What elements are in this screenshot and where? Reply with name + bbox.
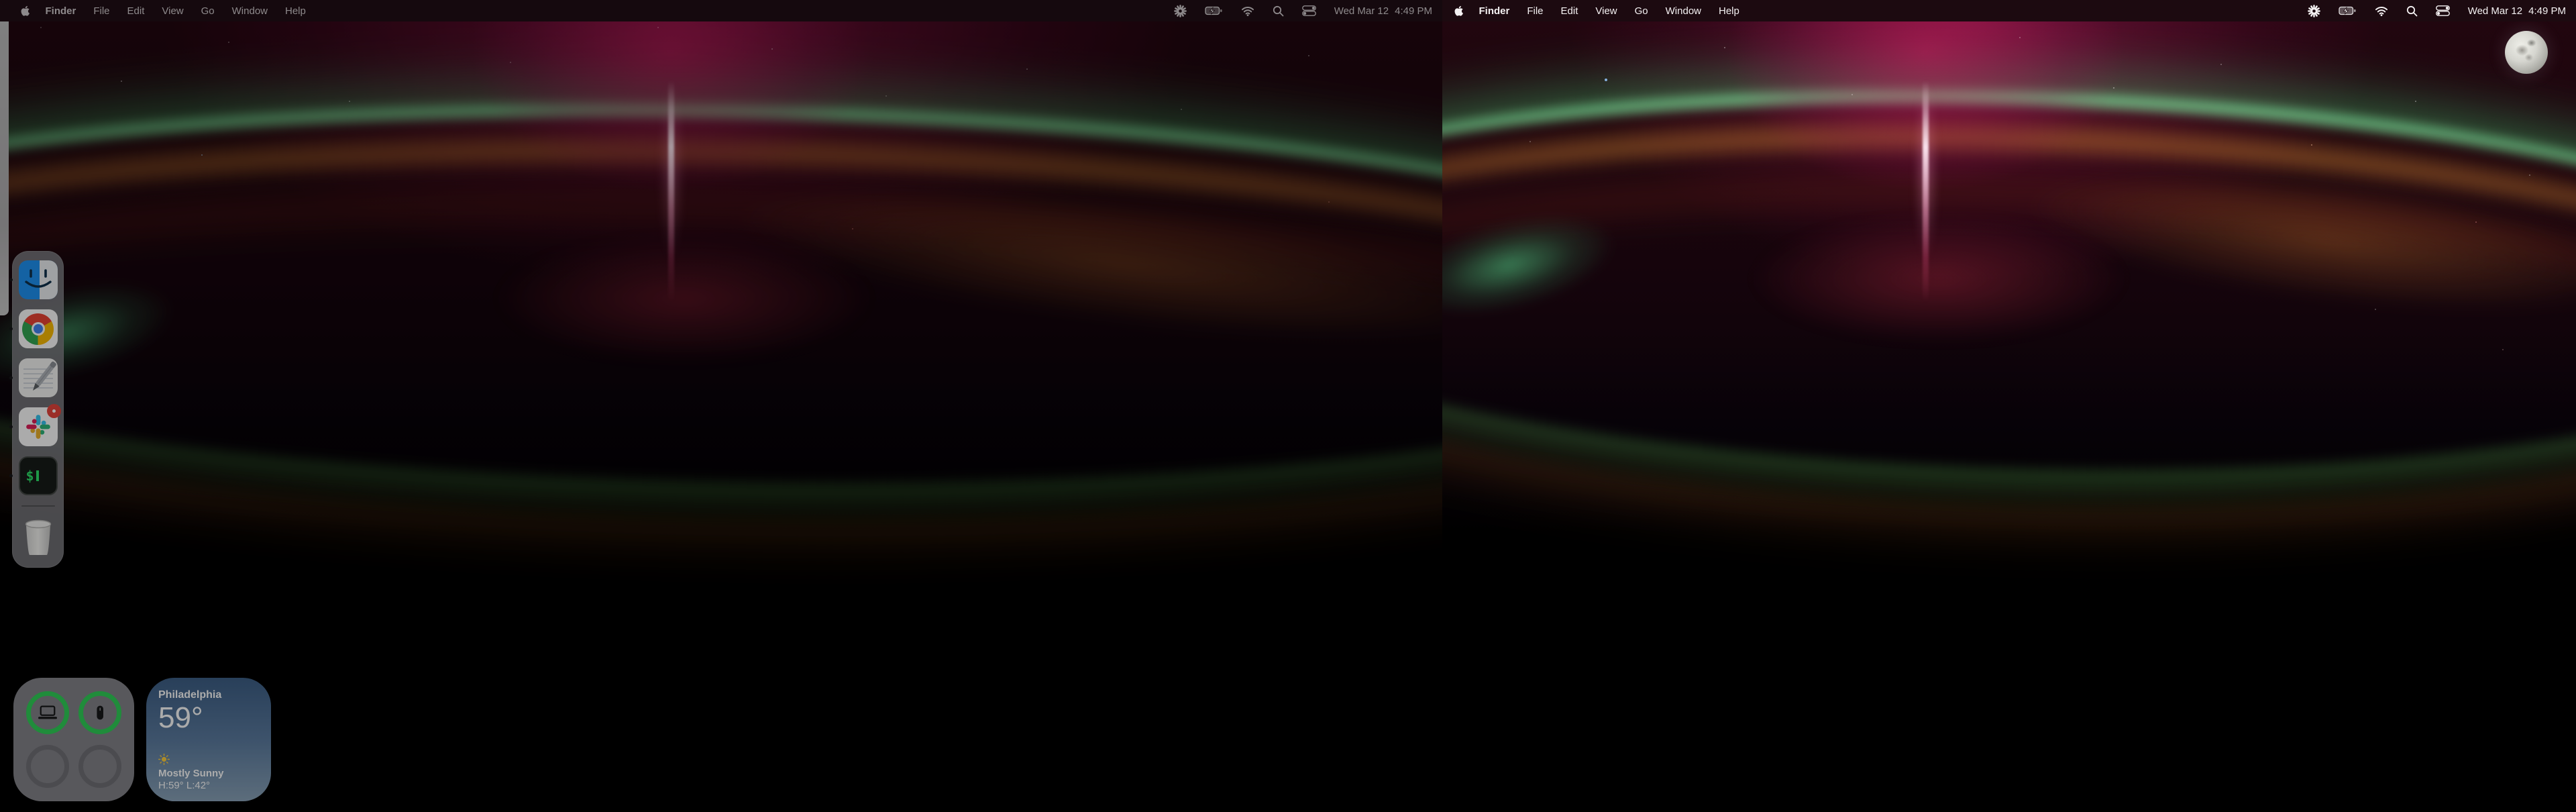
display-right: Finder File Edit View Go Window Help Wed (1442, 0, 2576, 812)
aurora-underglow (1751, 215, 2127, 342)
menu-item-help[interactable]: Help (276, 5, 315, 17)
weather-condition: Mostly Sunny (158, 768, 259, 779)
running-indicator (9, 474, 13, 478)
running-indicator (9, 425, 13, 429)
dock-item-terminal[interactable]: $ (19, 456, 58, 495)
offscreen-window-edge[interactable] (0, 17, 9, 315)
dock-item-notes[interactable] (19, 358, 58, 397)
menu-bar: Finder File Edit View Go Window Help Wed (1442, 0, 2576, 21)
control-center-icon[interactable] (1302, 5, 1316, 16)
terminal-cursor (36, 470, 39, 481)
wallpaper-aurora-right (1442, 0, 2576, 812)
menu-clock[interactable]: Wed Mar 12 4:49 PM (2468, 5, 2566, 17)
apple-menu-icon[interactable] (14, 5, 37, 17)
notes-icon (19, 358, 58, 397)
clock-time: 4:49 PM (1395, 5, 1432, 17)
battery-ring-empty (78, 745, 121, 788)
menu-item-window[interactable]: Window (1657, 5, 1710, 17)
finder-icon (19, 260, 58, 299)
menu-item-view[interactable]: View (1587, 5, 1625, 17)
dock-item-trash[interactable] (19, 517, 58, 558)
running-indicator (9, 278, 13, 282)
clock-date: Wed Mar 12 (2468, 5, 2522, 17)
laptop-icon (36, 703, 59, 722)
apple-menu-icon[interactable] (1448, 5, 1470, 17)
sun-icon (158, 754, 170, 765)
menu-item-help[interactable]: Help (1710, 5, 1748, 17)
mouse-icon (90, 703, 110, 722)
battery-widget[interactable] (13, 678, 134, 801)
wifi-icon[interactable] (2375, 6, 2388, 16)
dock-item-slack[interactable] (19, 407, 58, 446)
dock-divider (21, 505, 55, 507)
menu-item-window[interactable]: Window (223, 5, 276, 17)
running-indicator (9, 376, 13, 380)
terminal-icon: $ (19, 456, 58, 495)
search-icon[interactable] (1273, 5, 1284, 17)
weather-city: Philadelphia (158, 689, 259, 701)
chrome-icon (19, 309, 58, 348)
sunburst-icon[interactable] (2308, 5, 2320, 17)
battery-ring-laptop (26, 691, 69, 734)
dock-item-chrome[interactable] (19, 309, 58, 348)
aurora-underglow (496, 235, 872, 362)
weather-temperature: 59° (158, 703, 259, 733)
battery-ring-empty (26, 745, 69, 788)
battery-charging-icon[interactable] (2339, 6, 2357, 15)
trash-icon (19, 517, 58, 558)
dock: $ (12, 251, 64, 568)
battery-ring-mouse (78, 691, 121, 734)
clock-time: 4:49 PM (2528, 5, 2566, 17)
menu-app-name[interactable]: Finder (1470, 5, 1519, 17)
menu-bar: Finder File Edit View Go Window Help Wed (0, 0, 1442, 21)
menu-item-edit[interactable]: Edit (1552, 5, 1587, 17)
wifi-icon[interactable] (1241, 6, 1254, 16)
menu-item-edit[interactable]: Edit (119, 5, 154, 17)
search-icon[interactable] (2406, 5, 2418, 17)
menu-item-go[interactable]: Go (1626, 5, 1657, 17)
menu-item-go[interactable]: Go (193, 5, 223, 17)
dock-item-finder[interactable] (19, 260, 58, 299)
running-indicator (9, 327, 13, 331)
menu-item-file[interactable]: File (85, 5, 118, 17)
moon (2505, 31, 2548, 74)
slack-notification-badge (47, 404, 61, 418)
menu-item-file[interactable]: File (1518, 5, 1552, 17)
battery-charging-icon[interactable] (1205, 6, 1223, 15)
menu-clock[interactable]: Wed Mar 12 4:49 PM (1334, 5, 1432, 17)
terminal-prompt: $ (26, 468, 34, 484)
menu-item-view[interactable]: View (153, 5, 192, 17)
weather-high-low: H:59° L:42° (158, 780, 259, 791)
display-left: Finder File Edit View Go Window Help Wed (0, 0, 1442, 812)
sunburst-icon[interactable] (1174, 5, 1187, 17)
menu-app-name[interactable]: Finder (37, 5, 85, 17)
control-center-icon[interactable] (2436, 5, 2450, 16)
clock-date: Wed Mar 12 (1334, 5, 1389, 17)
weather-widget[interactable]: Philadelphia 59° Mostly Sunny H:59° L:42… (146, 678, 271, 801)
